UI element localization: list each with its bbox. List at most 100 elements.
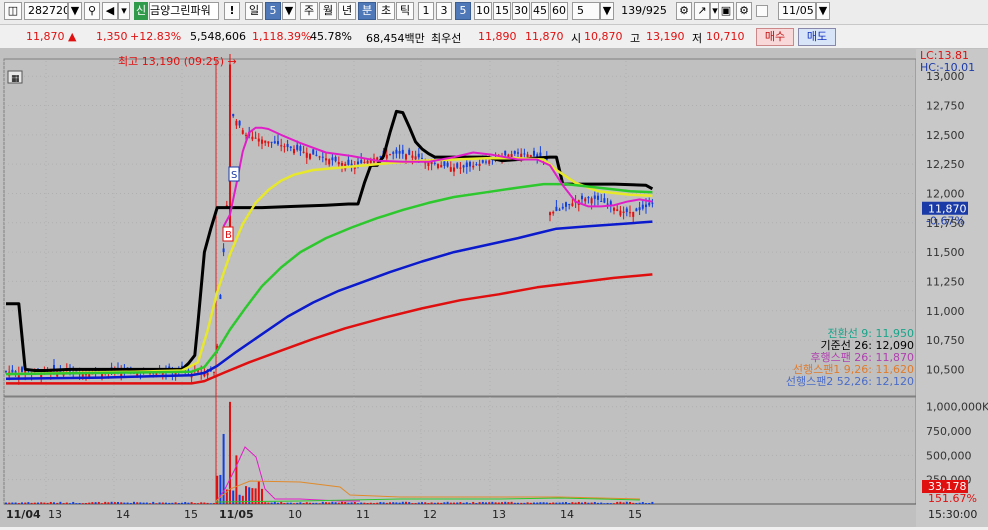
candle-body [328,159,331,165]
candle-body [363,161,366,163]
volume-bar [91,502,94,504]
candlestick-chart[interactable]: 10,50010,75011,00011,25011,50011,75012,0… [0,49,988,527]
date-input[interactable]: 11/05 [778,2,816,20]
candle-body [536,154,539,157]
buy-signal-label: B [225,230,232,241]
prev-stock-icon[interactable]: ▾ [118,2,130,20]
volume-bar [14,502,17,504]
minute-5[interactable]: 5 [455,2,471,20]
chart-area[interactable]: 10,500 10,750 11,000 11,250 11,500 11,750 12,0… [0,49,988,527]
buy-button[interactable]: 매수 [756,28,794,46]
candle-body [433,162,436,164]
candle-body [478,163,481,166]
volume-bar [443,502,446,504]
volume-bar [136,502,139,504]
candle-body [446,162,449,167]
minute-30[interactable]: 30 [512,2,530,20]
code-dropdown-icon[interactable]: ▼ [68,2,82,20]
candle-body [437,164,439,169]
date-dropdown-icon[interactable]: ▼ [816,2,830,20]
candle-body [481,160,484,163]
candle-body [469,161,471,167]
price-tick-label: 11,000 [926,305,965,318]
volume-bar [200,502,203,504]
code-selector-icon[interactable]: ◫ [4,2,22,20]
candle-body [315,154,318,156]
volume-bar [552,502,555,504]
minute-10[interactable]: 10 [474,2,492,20]
volume-bar [558,502,561,504]
volume-bar [449,502,452,504]
sell-button[interactable]: 매도 [798,28,836,46]
volume-bar [504,501,507,504]
count-dropdown-icon[interactable]: ▼ [600,2,614,20]
candle-body [606,203,609,205]
volume-bar [8,502,11,504]
volume-bar [325,502,327,504]
volume-bar [315,502,318,504]
tab-minute[interactable]: 분 [358,2,376,20]
volume-bar [545,502,548,504]
volume-bar [283,502,286,504]
speaker-icon[interactable]: ◀ [102,2,118,20]
save-icon[interactable]: ▣ [718,2,734,20]
tools-icon[interactable]: ⚙ [676,2,692,20]
candle-body [472,165,475,168]
minute-45[interactable]: 45 [531,2,549,20]
volume-bar [149,503,151,504]
candle-body [475,164,478,166]
minute-15[interactable]: 15 [493,2,511,20]
tab-month[interactable]: 월 [319,2,337,20]
volume-bar [542,502,545,504]
minute-3[interactable]: 3 [436,2,452,20]
volume-bar [513,502,516,504]
volume: 5,548,606 [190,30,246,43]
volume-bar [337,502,340,504]
volume-bar [296,502,299,504]
volume-bar [309,502,311,504]
open-label: 시 [571,32,582,45]
tab-tick[interactable]: 틱 [396,2,414,20]
candle-body [584,198,587,202]
gear-icon[interactable]: ⚙ [736,2,752,20]
price-tick-label: 11,250 [926,275,965,288]
candle-body [235,120,238,126]
period-number[interactable]: 5 [265,2,281,20]
tab-second[interactable]: 초 [377,2,395,20]
period-dropdown-icon[interactable]: ▼ [282,2,296,20]
search-icon[interactable]: ⚲ [84,2,100,20]
tab-week[interactable]: 주 [300,2,318,20]
tab-year[interactable]: 년 [338,2,356,20]
candle-body [299,146,302,151]
stock-code-input[interactable]: 282720 [24,2,68,20]
date-checkbox[interactable] [756,5,768,17]
minute-1[interactable]: 1 [418,2,434,20]
candle-body [648,202,651,206]
volume-bar [62,503,65,504]
volume-bar [94,502,97,504]
candle-body [229,64,231,229]
candle-body [632,211,635,217]
candle-body [232,113,235,117]
candle-body [513,151,516,154]
volume-bar [145,502,148,504]
volume-bar [635,502,638,504]
volume-bar [373,503,375,504]
candle-body [289,146,292,149]
volume-bar [241,495,244,504]
volume-bar [389,502,391,504]
candle-body [565,202,567,207]
volume-bar [417,502,420,504]
volume-bar [171,502,174,504]
quote-bar: 11,870 ▲ 1,350 +12.83% 5,548,606 1,118.3… [0,26,988,49]
count-input[interactable]: 5 [572,2,600,20]
indicator-icon[interactable]: ↗ [694,2,710,20]
volume-bar [257,481,260,504]
candle-body [641,204,644,209]
minute-60[interactable]: 60 [550,2,568,20]
period-day-button[interactable]: 일 [245,2,263,20]
volume-bar [126,502,129,504]
volume-bar [206,502,209,504]
warning-button[interactable]: ! [224,2,240,20]
volume-bar [446,501,449,504]
